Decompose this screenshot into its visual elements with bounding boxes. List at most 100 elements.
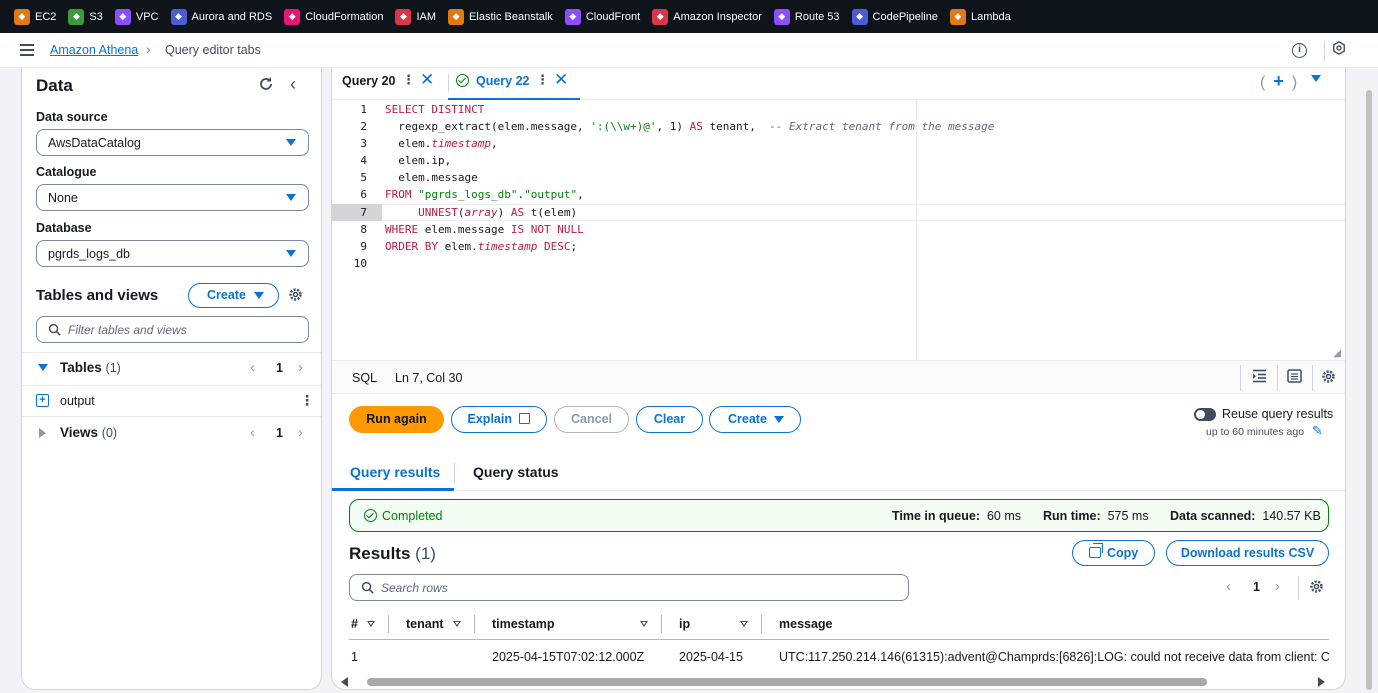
bookmark-codepipeline[interactable]: ◆ CodePipeline: [851, 0, 938, 33]
page-scrollbar-thumb[interactable]: [1366, 90, 1372, 690]
caret-down-icon[interactable]: [1311, 75, 1321, 82]
breadcrumb-athena-link[interactable]: Amazon Athena: [50, 43, 138, 57]
caret-down-icon[interactable]: [38, 364, 48, 371]
scroll-left-icon[interactable]: [341, 677, 348, 687]
sort-caret-icon[interactable]: [740, 621, 748, 627]
filter-tables-input[interactable]: Filter tables and views: [36, 316, 309, 343]
column-divider[interactable]: [388, 615, 389, 633]
column-divider[interactable]: [474, 615, 475, 633]
keyboard-shortcuts-icon[interactable]: [1287, 369, 1303, 385]
column-header-timestamp[interactable]: timestamp: [492, 617, 555, 631]
chevron-right-icon[interactable]: ›: [1275, 578, 1280, 595]
tab-query-results[interactable]: Query results: [350, 464, 440, 480]
bookmark-amazon-inspector[interactable]: ◆ Amazon Inspector: [652, 0, 762, 33]
tables-settings-icon[interactable]: [288, 287, 303, 307]
chevron-left-icon[interactable]: ‹: [250, 359, 255, 376]
tab-query-22[interactable]: Query 22 ⋮ ✕: [448, 68, 580, 101]
search-rows-input[interactable]: Search rows: [349, 574, 909, 601]
tab-query-20[interactable]: Query 20 ⋮ ✕: [332, 68, 448, 100]
sort-caret-icon[interactable]: [453, 621, 461, 627]
download-results-button[interactable]: Download results CSV: [1166, 540, 1329, 566]
column-divider[interactable]: [661, 615, 662, 633]
success-check-icon: [456, 74, 469, 87]
tables-page-number[interactable]: 1: [276, 361, 283, 375]
close-icon[interactable]: ✕: [554, 70, 568, 90]
data-source-value: AwsDataCatalog: [48, 136, 141, 150]
results-page-number[interactable]: 1: [1253, 580, 1260, 594]
catalogue-select[interactable]: None: [36, 184, 309, 211]
tab-query-status[interactable]: Query status: [473, 464, 559, 480]
explain-button[interactable]: Explain: [451, 406, 547, 433]
scrollbar-thumb[interactable]: [367, 678, 1207, 686]
tables-section-label: Tables (1): [60, 360, 121, 375]
column-divider[interactable]: [761, 615, 762, 633]
tables-section-header[interactable]: Tables (1) ‹ 1 ›: [22, 353, 321, 383]
menu-icon[interactable]: [20, 44, 34, 56]
views-section-label: Views (0): [60, 425, 118, 440]
refresh-icon[interactable]: [258, 76, 274, 97]
edit-pencil-icon[interactable]: ✎: [1312, 423, 1323, 439]
copy-button[interactable]: Copy: [1072, 540, 1155, 566]
more-actions-icon[interactable]: ⋮: [300, 392, 314, 409]
line-number: 2: [360, 120, 367, 133]
database-value: pgrds_logs_db: [48, 247, 131, 261]
sort-caret-icon[interactable]: [367, 621, 375, 627]
bookmark-vpc[interactable]: ◆ VPC: [114, 0, 159, 33]
bookmark-lambda[interactable]: ◆ Lambda: [949, 0, 1011, 33]
tab-menu-icon[interactable]: ⋮: [536, 72, 549, 88]
codepipeline-icon: ◆: [851, 8, 868, 25]
line-number: 5: [360, 171, 367, 184]
views-section-header[interactable]: Views (0) ‹ 1 ›: [22, 418, 321, 448]
column-header-message[interactable]: message: [779, 617, 833, 631]
info-icon[interactable]: i: [1292, 43, 1307, 58]
bookmark-aurora-and-rds[interactable]: ◆ Aurora and RDS: [170, 0, 272, 33]
expand-plus-icon[interactable]: +: [36, 394, 49, 407]
sort-caret-icon[interactable]: [640, 621, 648, 627]
collapse-panel-icon[interactable]: ‹: [290, 74, 296, 95]
bookmark-s3[interactable]: ◆ S3: [68, 0, 103, 33]
column-header-tenant[interactable]: tenant: [406, 617, 444, 631]
cell-timestamp: 2025-04-15T07:02:12.000Z: [492, 650, 645, 664]
bookmark-elastic-beanstalk[interactable]: ◆ Elastic Beanstalk: [448, 0, 553, 33]
bookmark-route-53[interactable]: ◆ Route 53: [773, 0, 840, 33]
run-again-button[interactable]: Run again: [349, 406, 444, 433]
bookmark-iam[interactable]: ◆ IAM: [395, 0, 436, 33]
column-header-index[interactable]: #: [351, 617, 358, 631]
cloudfront-icon: ◆: [564, 8, 581, 25]
add-tab-button[interactable]: (+): [1260, 71, 1297, 92]
catalogue-value: None: [48, 191, 78, 205]
reuse-results-toggle[interactable]: [1194, 408, 1216, 421]
close-icon[interactable]: ✕: [420, 70, 434, 90]
bookmark-ec2[interactable]: ◆ EC2: [14, 0, 56, 33]
chevron-left-icon[interactable]: ‹: [250, 424, 255, 441]
scroll-right-icon[interactable]: [1318, 677, 1325, 687]
format-query-icon[interactable]: [1252, 369, 1268, 385]
resize-handle-icon[interactable]: ◢: [1333, 348, 1341, 359]
chevron-right-icon[interactable]: ›: [298, 359, 303, 376]
create-table-button[interactable]: Create: [188, 283, 279, 308]
chevron-right-icon: ›: [146, 41, 151, 57]
results-tabs: Query results Query status: [332, 455, 1345, 491]
cancel-button[interactable]: Cancel: [554, 406, 629, 433]
data-source-select[interactable]: AwsDataCatalog: [36, 129, 309, 156]
results-settings-icon[interactable]: [1309, 579, 1324, 599]
caret-right-icon[interactable]: [39, 428, 46, 438]
status-text: Completed: [382, 509, 443, 523]
database-select[interactable]: pgrds_logs_db: [36, 240, 309, 267]
clear-button[interactable]: Clear: [636, 406, 703, 433]
create-button[interactable]: Create: [709, 406, 801, 433]
views-page-number[interactable]: 1: [276, 426, 283, 440]
horizontal-scrollbar[interactable]: [332, 675, 1345, 689]
column-header-ip[interactable]: ip: [679, 617, 690, 631]
tab-menu-icon[interactable]: ⋮: [402, 72, 415, 88]
sql-editor[interactable]: 1 2 3 4 5 6 7 8 9 10 SELECT DISTINCT reg…: [332, 100, 1345, 360]
bookmark-cloudformation[interactable]: ◆ CloudFormation: [284, 0, 383, 33]
bookmark-label: Lambda: [970, 10, 1011, 23]
search-icon: [48, 323, 61, 339]
table-item-output[interactable]: + output ⋮: [22, 386, 321, 416]
settings-icon[interactable]: [1324, 41, 1345, 61]
chevron-left-icon[interactable]: ‹: [1226, 578, 1231, 595]
chevron-right-icon[interactable]: ›: [298, 424, 303, 441]
editor-settings-icon[interactable]: [1321, 369, 1337, 385]
bookmark-cloudfront[interactable]: ◆ CloudFront: [564, 0, 640, 33]
